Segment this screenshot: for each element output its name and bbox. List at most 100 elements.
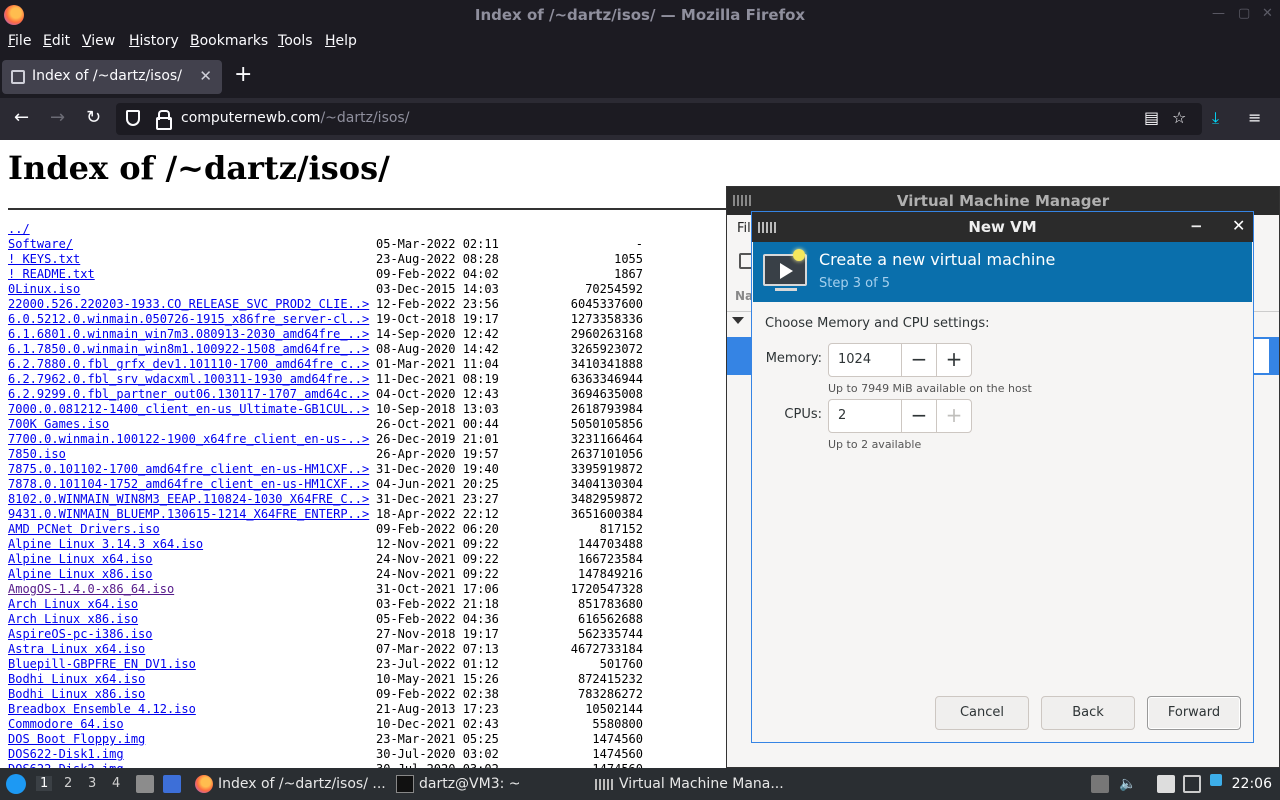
menu-bookmarks[interactable]: Bookmarks: [190, 33, 268, 49]
tracking-shield-icon[interactable]: [126, 110, 140, 126]
back-button[interactable]: Back: [1041, 696, 1135, 730]
url-bar[interactable]: computernewb.com/~dartz/isos/: [116, 103, 1202, 135]
task-vmm[interactable]: Virtual Machine Mana...: [619, 776, 784, 792]
tab-close-icon[interactable]: ✕: [199, 67, 212, 85]
volume-icon[interactable]: 🔈: [1119, 776, 1136, 792]
maximize-icon[interactable]: ▢: [1238, 6, 1250, 21]
file-link[interactable]: 700K Games.iso: [8, 417, 109, 432]
file-link[interactable]: AmogOS-1.4.0-x86_64.iso: [8, 582, 174, 597]
hamburger-menu-icon[interactable]: ≡: [1248, 108, 1261, 127]
downloads-icon[interactable]: ⤓: [1212, 108, 1219, 128]
minimize-icon[interactable]: —: [1212, 6, 1225, 21]
file-link[interactable]: 22000.526.220203-1933.CO_RELEASE_SVC_PRO…: [8, 297, 369, 312]
memory-increment-button[interactable]: +: [936, 344, 971, 376]
desktop-icon[interactable]: [163, 775, 181, 793]
file-link[interactable]: Alpine Linux x86.iso: [8, 567, 153, 582]
file-link[interactable]: DOS Boot Floppy.img: [8, 732, 145, 747]
menu-help[interactable]: Help: [325, 33, 357, 49]
file-link[interactable]: Alpine Linux x64.iso: [8, 552, 153, 567]
file-link[interactable]: 7000.0.081212-1400_client_en-us_Ultimate…: [8, 402, 369, 417]
expander-arrow-icon[interactable]: [732, 317, 744, 324]
menu-view[interactable]: View: [82, 33, 115, 49]
file-link[interactable]: 6.1.7850.0.winmain_win8m1.100922-1508_am…: [8, 342, 369, 357]
file-link[interactable]: 9431.0.WINMAIN_BLUEMP.130615-1214_X64FRE…: [8, 507, 369, 522]
new-tab-button[interactable]: +: [234, 62, 252, 87]
file-link[interactable]: 8102.0.WINMAIN_WIN8M3_EEAP.110824-1030_X…: [8, 492, 369, 507]
navigation-bar: ← → ↻ computernewb.com/~dartz/isos/ ▤ ☆ …: [0, 98, 1280, 140]
close-icon[interactable]: ✕: [1262, 6, 1273, 21]
file-link[interactable]: AspireOS-pc-i386.iso: [8, 627, 153, 642]
file-size: 1055: [614, 252, 643, 266]
file-link[interactable]: Alpine Linux 3.14.3 x64.iso: [8, 537, 203, 552]
tab-index[interactable]: Index of /~dartz/isos/ ✕: [2, 60, 222, 94]
file-link[interactable]: Arch Linux x86.iso: [8, 612, 138, 627]
reader-view-icon[interactable]: ▤: [1144, 108, 1159, 127]
task-firefox[interactable]: Index of /~dartz/isos/ ...: [218, 776, 386, 792]
memory-spinbox[interactable]: 1024 − +: [828, 343, 972, 377]
tray-disk-icon[interactable]: [1091, 775, 1109, 793]
file-manager-icon[interactable]: [136, 775, 154, 793]
cpu-input[interactable]: 2: [838, 408, 846, 423]
cancel-button[interactable]: Cancel: [935, 696, 1029, 730]
file-link[interactable]: DOS622-Disk1.img: [8, 747, 124, 762]
file-size: 70254592: [585, 282, 643, 296]
forward-arrow-icon[interactable]: →: [50, 107, 65, 128]
back-arrow-icon[interactable]: ←: [14, 107, 29, 128]
url-text[interactable]: computernewb.com/~dartz/isos/: [181, 110, 409, 126]
file-link[interactable]: Arch Linux x64.iso: [8, 597, 138, 612]
file-link[interactable]: 6.2.7962.0.fbl_srv_wdacxml.100311-1930_a…: [8, 372, 369, 387]
file-link[interactable]: 6.1.6801.0.winmain_win7m3.080913-2030_am…: [8, 327, 369, 342]
memory-input[interactable]: 1024: [838, 352, 871, 367]
file-link[interactable]: 0Linux.iso: [8, 282, 80, 297]
file-date: 26-Apr-2020 19:57: [376, 447, 499, 461]
file-size: -: [635, 237, 643, 251]
task-terminal[interactable]: dartz@VM3: ~: [419, 776, 521, 792]
workspace-2[interactable]: 2: [64, 776, 72, 791]
file-link[interactable]: Bluepill-GBPFRE_EN_DV1.iso: [8, 657, 196, 672]
lock-icon[interactable]: [156, 110, 172, 130]
menu-file[interactable]: File: [8, 33, 31, 49]
cpu-decrement-button[interactable]: −: [901, 400, 936, 432]
start-menu-icon[interactable]: [6, 774, 26, 794]
menu-edit[interactable]: Edit: [43, 33, 70, 49]
workspace-3[interactable]: 3: [88, 776, 96, 791]
cpu-spinbox[interactable]: 2 − +: [828, 399, 972, 433]
bookmark-star-icon[interactable]: ☆: [1172, 108, 1186, 127]
reload-icon[interactable]: ↻: [86, 107, 101, 128]
file-link[interactable]: 7850.iso: [8, 447, 66, 462]
list-item: Bodhi Linux x86.iso 09-Feb-2022 02:38 7832…: [8, 687, 658, 702]
cpu-increment-button[interactable]: +: [936, 400, 971, 432]
file-date: 30-Jul-2020 03:02: [376, 747, 499, 761]
list-item: 22000.526.220203-1933.CO_RELEASE_SVC_PRO…: [8, 297, 658, 312]
file-link[interactable]: 7875.0.101102-1700_amd64fre_client_en-us…: [8, 462, 369, 477]
file-link[interactable]: Bodhi Linux x64.iso: [8, 672, 145, 687]
file-link[interactable]: Software/: [8, 237, 73, 252]
memory-decrement-button[interactable]: −: [901, 344, 936, 376]
file-link[interactable]: ! KEYS.txt: [8, 252, 80, 267]
menu-history[interactable]: History: [129, 33, 179, 49]
file-link[interactable]: ../: [8, 222, 30, 237]
file-link[interactable]: 6.2.7880.0.fbl_grfx_dev1.101110-1700_amd…: [8, 357, 369, 372]
dialog-minimize-icon[interactable]: −: [1190, 217, 1203, 235]
file-link[interactable]: Astra Linux x64.iso: [8, 642, 145, 657]
file-link[interactable]: Commodore 64.iso: [8, 717, 124, 732]
file-link[interactable]: 7700.0.winmain.100122-1900_x64fre_client…: [8, 432, 369, 447]
file-link[interactable]: 6.2.9299.0.fbl_partner_out06.130117-1707…: [8, 387, 369, 402]
file-link[interactable]: ! README.txt: [8, 267, 95, 282]
file-date: 05-Mar-2022 02:11: [376, 237, 499, 251]
file-link[interactable]: Breadbox Ensemble 4.12.iso: [8, 702, 196, 717]
notification-icon[interactable]: [1210, 774, 1222, 786]
file-link[interactable]: 7878.0.101104-1752_amd64fre_client_en-us…: [8, 477, 369, 492]
workspace-4[interactable]: 4: [112, 776, 120, 791]
file-size: 562335744: [577, 627, 643, 641]
network-icon[interactable]: [1183, 775, 1201, 793]
menu-tools[interactable]: Tools: [278, 33, 313, 49]
clipboard-icon[interactable]: [1157, 775, 1175, 793]
dialog-close-icon[interactable]: ✕: [1232, 216, 1245, 235]
file-link[interactable]: AMD PCNet Drivers.iso: [8, 522, 160, 537]
workspace-1[interactable]: 1: [36, 776, 53, 791]
file-link[interactable]: 6.0.5212.0.winmain.050726-1915_x86fre_se…: [8, 312, 369, 327]
vmm-menu-file[interactable]: Fil: [737, 221, 751, 236]
forward-button[interactable]: Forward: [1147, 696, 1241, 730]
file-link[interactable]: Bodhi Linux x86.iso: [8, 687, 145, 702]
